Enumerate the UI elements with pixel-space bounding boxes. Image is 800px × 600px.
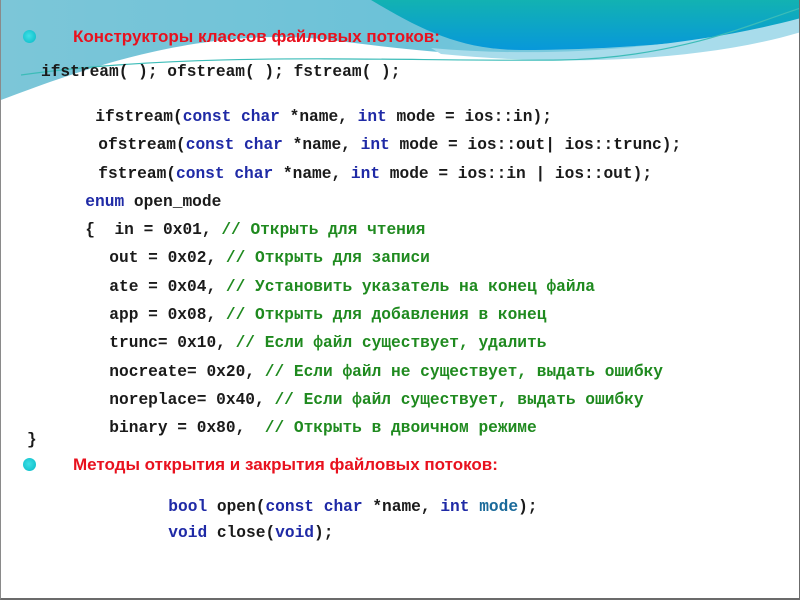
keyword: int [350, 165, 381, 184]
code-comment: // Открыть в двоичном режиме [264, 419, 537, 438]
code-line-enum-member: binary = 0x80, // Открыть в двоичном реж… [51, 404, 537, 453]
code-text: ); [314, 524, 334, 543]
keyword: void [168, 524, 208, 543]
keyword: char [234, 165, 274, 184]
section-title-constructors: Конструкторы классов файловых потоков: [73, 27, 440, 46]
code-line-close-method: void close(void); [110, 509, 333, 558]
bullet-icon [23, 458, 36, 471]
function-name: close( [207, 524, 276, 543]
keyword: void [275, 524, 315, 543]
code-text: ); [518, 498, 538, 517]
bullet-icon [23, 30, 36, 43]
code-text: *name, [273, 165, 351, 184]
parameter-name: mode [479, 498, 519, 517]
slide-content: Конструкторы классов файловых потоков: i… [1, 0, 799, 598]
section-title-methods: Методы открытия и закрытия файловых пото… [73, 455, 498, 474]
keyword: int [440, 498, 470, 517]
enum-member-code: binary = 0x80, [109, 419, 265, 438]
slide: Конструкторы классов файловых потоков: i… [0, 0, 800, 600]
code-line-close-brace: } [27, 431, 37, 449]
code-line-default-constructors: ifstream( ); ofstream( ); fstream( ); [41, 63, 401, 81]
code-text: mode = ios::in | ios::out); [380, 165, 653, 184]
code-text: *name, [362, 498, 441, 517]
